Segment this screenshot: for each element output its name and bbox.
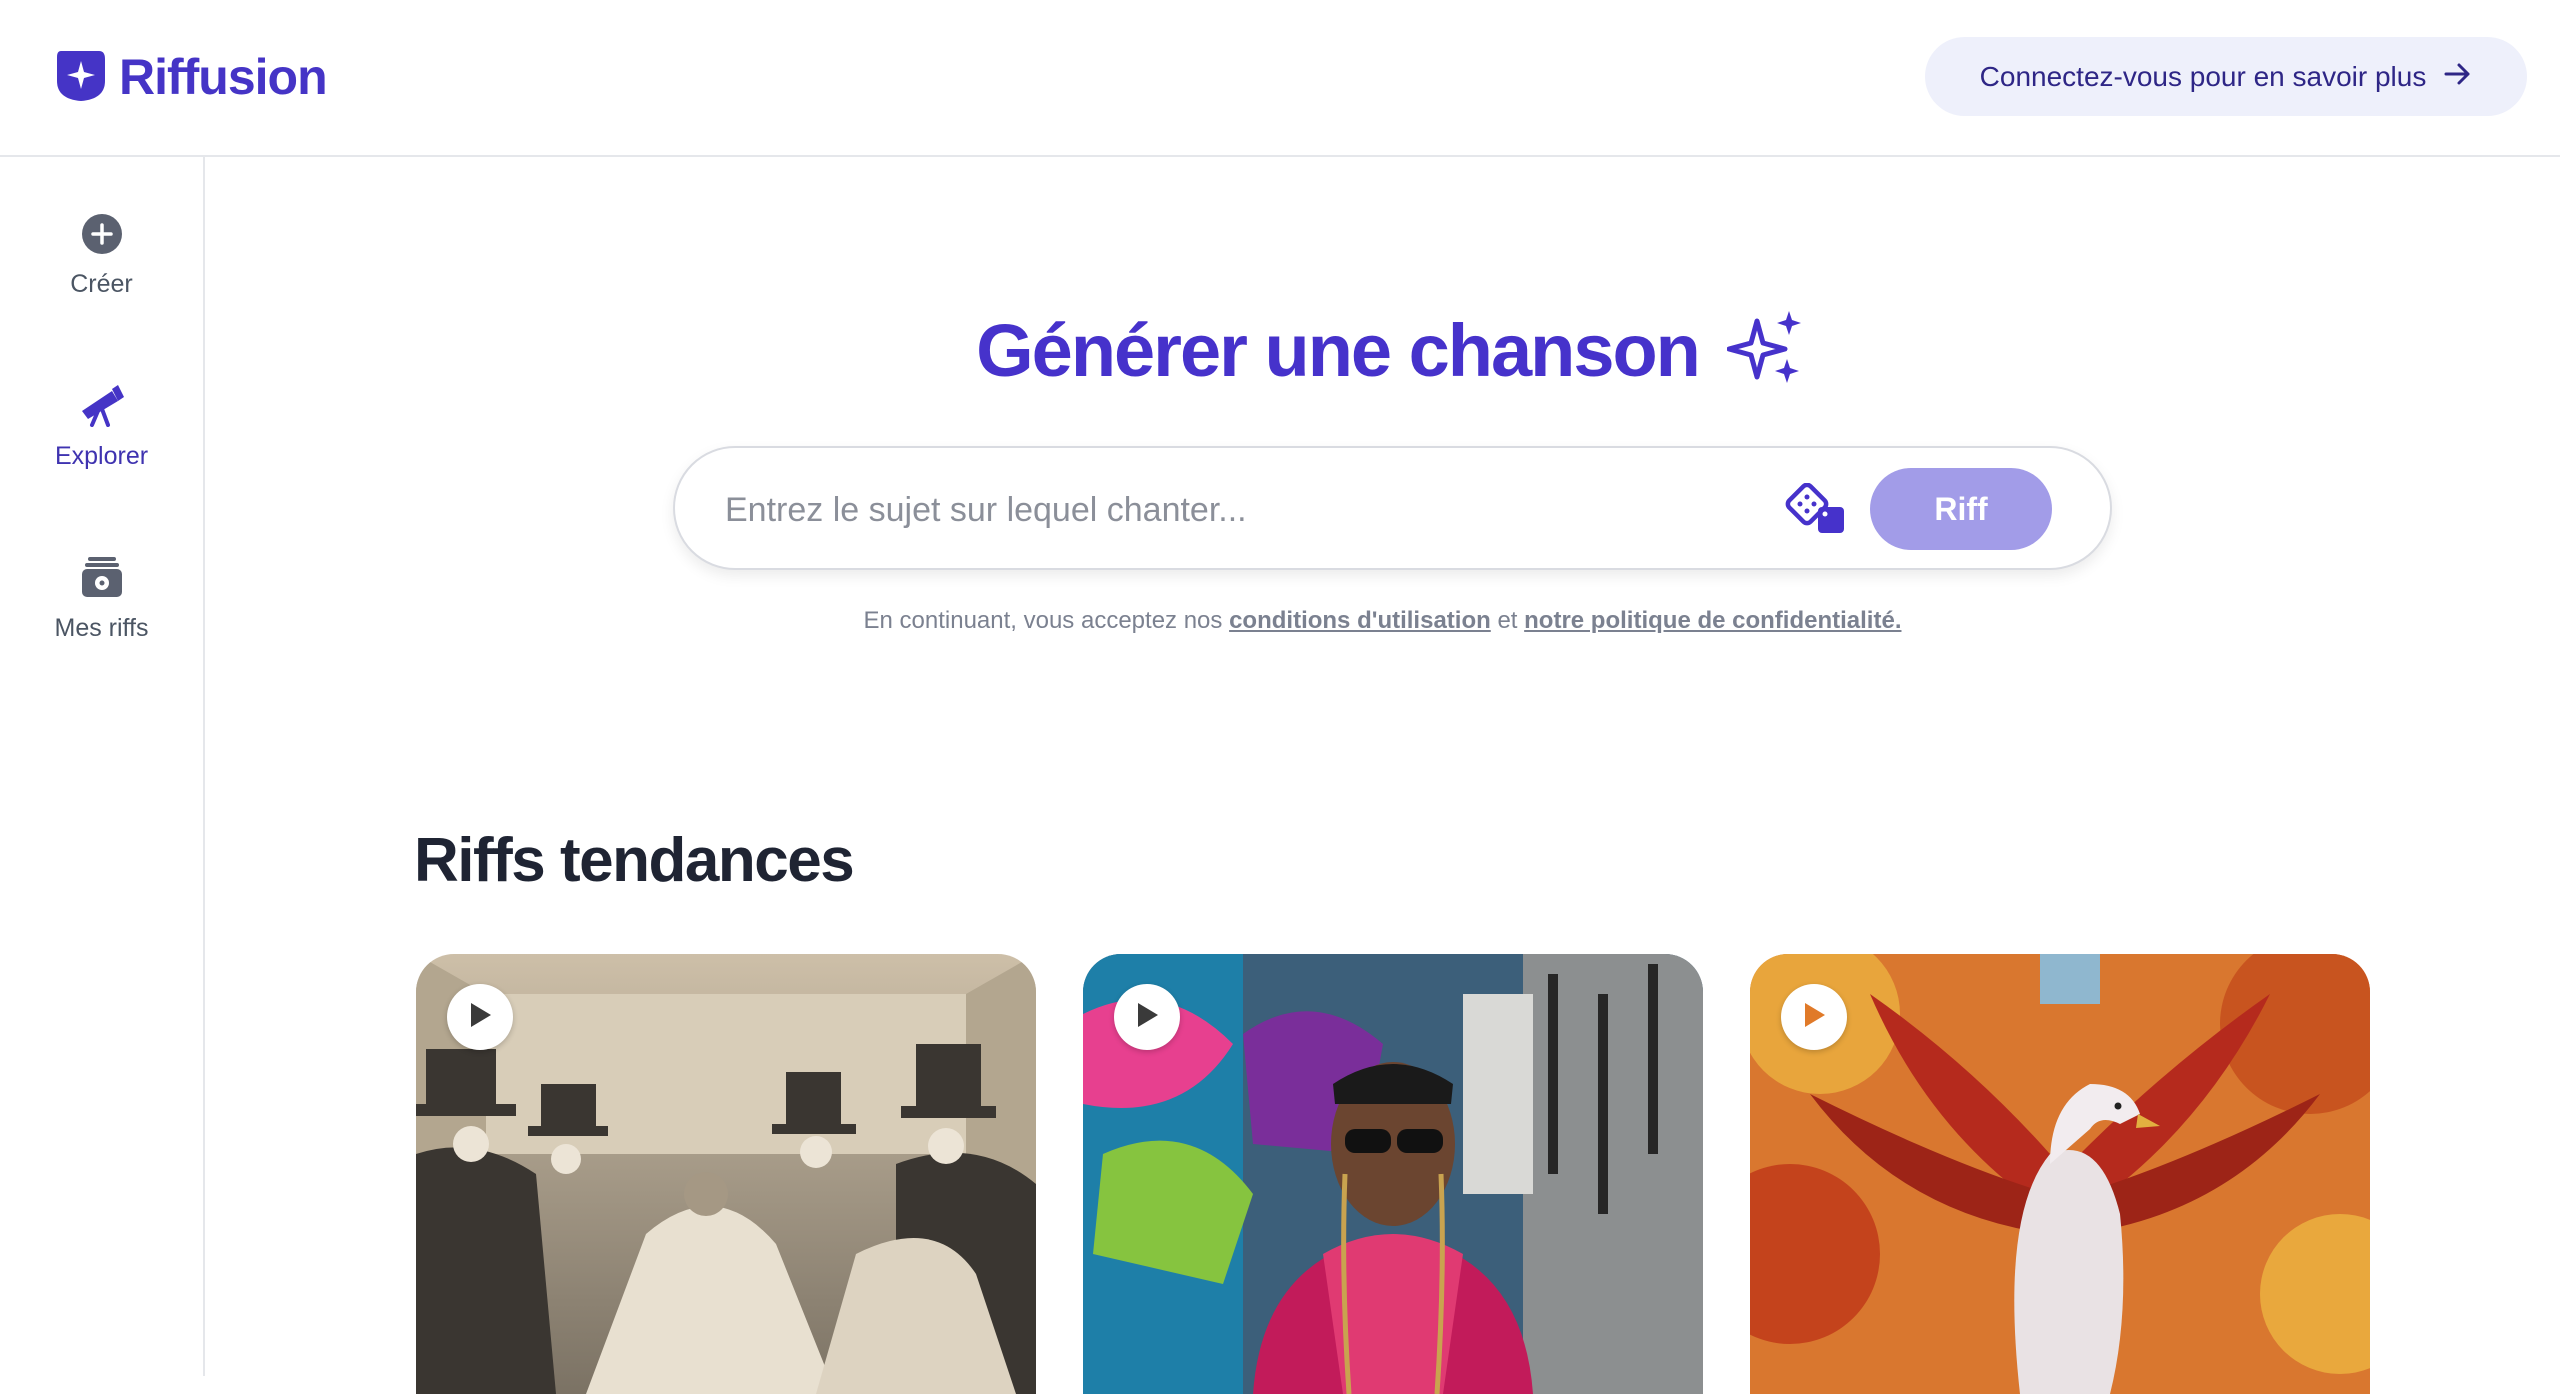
trending-riff-card[interactable] [1083,954,1703,1394]
trending-riff-card[interactable] [1750,954,2370,1394]
top-header: Riffusion Connectez-vous pour en savoir … [0,0,2560,157]
play-icon [467,1001,493,1034]
page-title: Générer une chanson [976,309,1701,392]
plus-circle-icon [81,213,123,260]
riffusion-logo-icon [55,47,107,108]
random-prompt-button[interactable] [1783,482,1847,540]
telescope-icon [78,383,126,432]
sparkles-icon [1726,307,1809,394]
play-button[interactable] [1114,984,1180,1050]
terms-prefix: En continuant, vous acceptez nos [863,607,1230,634]
play-icon [1134,1001,1160,1034]
riff-submit-button[interactable]: Riff [1870,468,2052,550]
main-content: Générer une chanson Entrez le sujet sur … [205,157,2560,1394]
arrow-right-icon [2444,61,2472,93]
sidebar-item-label: Mes riffs [54,614,149,642]
sidebar-item-mes-riffs[interactable]: Mes riffs [0,555,203,665]
sidebar-item-label: Explorer [54,442,149,470]
play-button[interactable] [1781,984,1847,1050]
sidebar-item-explorer[interactable]: Explorer [0,383,203,493]
stack-icon [80,555,124,604]
trending-riff-card[interactable] [416,954,1036,1394]
play-icon [1801,1001,1827,1034]
hero-title-row: Générer une chanson [205,307,2560,394]
sidebar-item-creer[interactable]: Créer [0,213,203,323]
login-button[interactable]: Connectez-vous pour en savoir plus [1925,37,2527,116]
riffusion-logo[interactable]: Riffusion [55,47,328,108]
terms-notice: En continuant, vous acceptez nos conditi… [205,607,2560,635]
trending-section-title: Riffs tendances [414,826,855,895]
login-button-label: Connectez-vous pour en savoir plus [1979,60,2427,92]
song-prompt-input[interactable] [725,478,1725,542]
privacy-link[interactable]: notre politique de confidentialité. [1524,607,1901,634]
logo-text: Riffusion [119,49,328,105]
terms-middle: et [1490,607,1525,634]
dice-icon [1784,482,1846,540]
play-button[interactable] [447,984,513,1050]
terms-link[interactable]: conditions d'utilisation [1229,607,1491,634]
sidebar-item-label: Créer [70,270,133,298]
sidebar: Créer Explorer Mes riffs [0,157,205,1376]
song-prompt-box: Riff [673,446,2112,570]
